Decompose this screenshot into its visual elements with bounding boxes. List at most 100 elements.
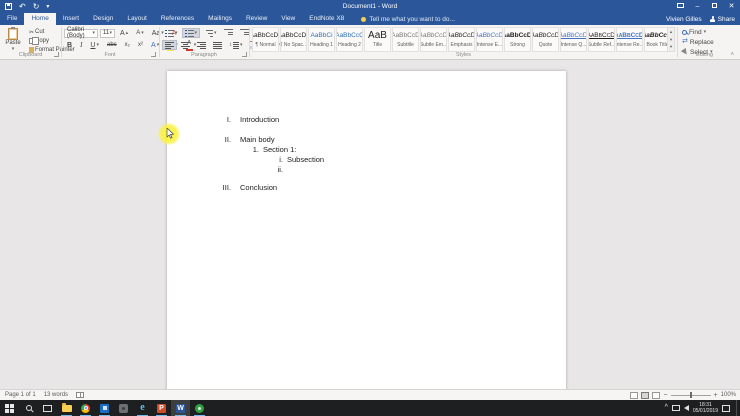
task-view-button[interactable] — [38, 400, 57, 416]
style-heading-2[interactable]: AaBbCcC Heading 2 — [336, 27, 363, 52]
zoom-in-button[interactable]: + — [714, 392, 718, 399]
style-normal[interactable]: AaBbCcDc¶ Normal — [252, 27, 279, 52]
paragraph-dialog-launcher[interactable] — [242, 52, 247, 57]
chrome-button[interactable] — [76, 400, 95, 416]
app-blue-button[interactable] — [95, 400, 114, 416]
status-bar: Page 1 of 1 13 words − + 100% — [0, 389, 740, 400]
doc-line-subsection[interactable]: i. Subsection — [167, 154, 566, 164]
minimize-button[interactable]: – — [689, 0, 706, 13]
grow-font-button[interactable]: A ▴ — [117, 28, 131, 38]
tab-insert[interactable]: Insert — [56, 13, 86, 25]
font-size-combo[interactable]: 11 ▾ — [100, 28, 115, 38]
style-subtle-emphasis[interactable]: AaBbCcDi Subtle Em... — [420, 27, 447, 52]
superscript-button[interactable]: x² — [135, 40, 146, 50]
style-title[interactable]: AaB Title — [364, 27, 391, 52]
word-count[interactable]: 13 words — [44, 392, 68, 398]
tab-references[interactable]: References — [154, 13, 201, 25]
chrome-icon — [81, 403, 90, 413]
collapse-ribbon-icon[interactable]: ˄ — [730, 52, 734, 58]
web-layout-button[interactable] — [652, 391, 661, 399]
clipboard-dialog-launcher[interactable] — [54, 52, 59, 57]
doc-line-introduction[interactable]: I. Introduction — [167, 114, 566, 124]
maximize-button[interactable] — [706, 0, 723, 13]
tab-endnote[interactable]: EndNote X8 — [302, 13, 351, 25]
justify-button[interactable] — [210, 40, 225, 50]
shrink-font-button[interactable]: A ▾ — [133, 28, 147, 38]
find-button[interactable]: Find ▾ — [682, 28, 714, 36]
bullets-button[interactable]: ▾ — [162, 28, 181, 38]
word-button[interactable]: W — [171, 400, 190, 416]
style-intense-emphasis[interactable]: AaBbCcDi Intense E... — [476, 27, 503, 52]
app-gray-button[interactable] — [114, 400, 133, 416]
ribbon-display-options-button[interactable] — [672, 0, 689, 13]
doc-line-section-1[interactable]: 1. Section 1: — [167, 144, 566, 154]
subscript-button[interactable]: x₂ — [122, 40, 133, 50]
line-spacing-button[interactable]: ↕ ▾ — [226, 40, 246, 50]
style-emphasis[interactable]: AaBbCcDi Emphasis — [448, 27, 475, 52]
volume-icon[interactable] — [683, 405, 689, 411]
zoom-slider-thumb[interactable] — [689, 392, 693, 398]
list-text: Introduction — [240, 114, 280, 124]
document-page[interactable]: I. Introduction II. Main body 1. Section… — [167, 71, 566, 389]
numbering-button[interactable]: ▾ — [181, 28, 201, 38]
tab-mailings[interactable]: Mailings — [201, 13, 239, 25]
style-heading-1[interactable]: AaBbCi Heading 1 — [308, 27, 335, 52]
underline-button[interactable]: U ▾ — [87, 40, 102, 50]
doc-line-empty-item[interactable]: ii. — [167, 164, 566, 174]
taskbar-search-button[interactable] — [19, 400, 38, 416]
tab-view[interactable]: View — [274, 13, 302, 25]
font-dialog-launcher[interactable] — [151, 52, 156, 57]
action-center-icon[interactable] — [722, 404, 730, 412]
app-green-button[interactable] — [190, 400, 209, 416]
zoom-slider[interactable] — [670, 392, 711, 398]
zoom-out-button[interactable]: − — [663, 392, 667, 399]
font-name-combo[interactable]: Calibri (Body) ▾ — [64, 27, 98, 39]
tab-home[interactable]: Home — [24, 13, 56, 25]
align-left-button[interactable] — [162, 40, 177, 50]
show-desktop-button[interactable] — [736, 400, 738, 416]
print-layout-button[interactable] — [641, 391, 650, 399]
text-effects-icon: A — [151, 41, 156, 49]
start-button[interactable] — [0, 400, 19, 416]
close-button[interactable]: ✕ — [723, 0, 740, 13]
tab-review[interactable]: Review — [239, 13, 274, 25]
style-subtitle[interactable]: AaBbCcD Subtitle — [392, 27, 419, 52]
clock[interactable]: 18:31 05/01/2019 — [693, 402, 718, 414]
style-quote[interactable]: AaBbCcDi Quote — [532, 27, 559, 52]
align-right-button[interactable] — [194, 40, 209, 50]
multilevel-list-button[interactable]: ▾ — [201, 28, 220, 38]
user-name[interactable]: Vivien Gilles — [666, 16, 702, 23]
style-no-spacing[interactable]: AaBbCcDc¶ No Spac... — [280, 27, 307, 52]
font-name-value: Calibri (Body) — [67, 27, 85, 39]
italic-button[interactable]: I — [77, 40, 85, 50]
replace-button[interactable]: ⇄ Replace — [682, 38, 714, 46]
document-area[interactable]: I. Introduction II. Main body 1. Section… — [0, 60, 740, 389]
strikethrough-button[interactable]: abc — [104, 40, 120, 50]
zoom-level[interactable]: 100% — [721, 392, 736, 398]
style-strong[interactable]: AaBbCcDiStrong — [504, 27, 531, 52]
style-intense-quote[interactable]: AaBbCcDi Intense Q... — [560, 27, 587, 52]
internet-explorer-button[interactable]: e — [133, 400, 152, 416]
page-indicator[interactable]: Page 1 of 1 — [5, 392, 36, 398]
tray-chevron-icon[interactable]: ^ — [665, 400, 668, 416]
doc-line-main-body[interactable]: II. Main body — [167, 134, 566, 144]
share-button[interactable]: Share — [710, 16, 735, 23]
bold-button[interactable]: B — [64, 40, 75, 50]
display-icon[interactable] — [671, 405, 680, 411]
tab-layout[interactable]: Layout — [120, 13, 154, 25]
tab-design[interactable]: Design — [86, 13, 120, 25]
doc-line-conclusion[interactable]: III. Conclusion — [167, 182, 566, 192]
read-mode-button[interactable] — [630, 391, 639, 399]
style-intense-reference[interactable]: AaBbCcDiIntense Re... — [616, 27, 643, 52]
decrease-indent-button[interactable] — [221, 28, 236, 38]
tab-file[interactable]: File — [0, 13, 24, 25]
app-icon-gray — [119, 403, 128, 413]
style-subtle-reference[interactable]: AaBbCcDi Subtle Ref... — [588, 27, 615, 52]
styles-gallery-scroll[interactable]: ▴ ▾ ▾ — [667, 27, 675, 52]
tell-me-box[interactable]: Tell me what you want to do... — [351, 13, 455, 25]
proofing-icon[interactable] — [76, 392, 85, 398]
file-explorer-button[interactable] — [57, 400, 76, 416]
powerpoint-button[interactable]: P — [152, 400, 171, 416]
align-center-button[interactable] — [178, 40, 193, 50]
text-effects-button[interactable]: A ▾ — [148, 40, 162, 50]
